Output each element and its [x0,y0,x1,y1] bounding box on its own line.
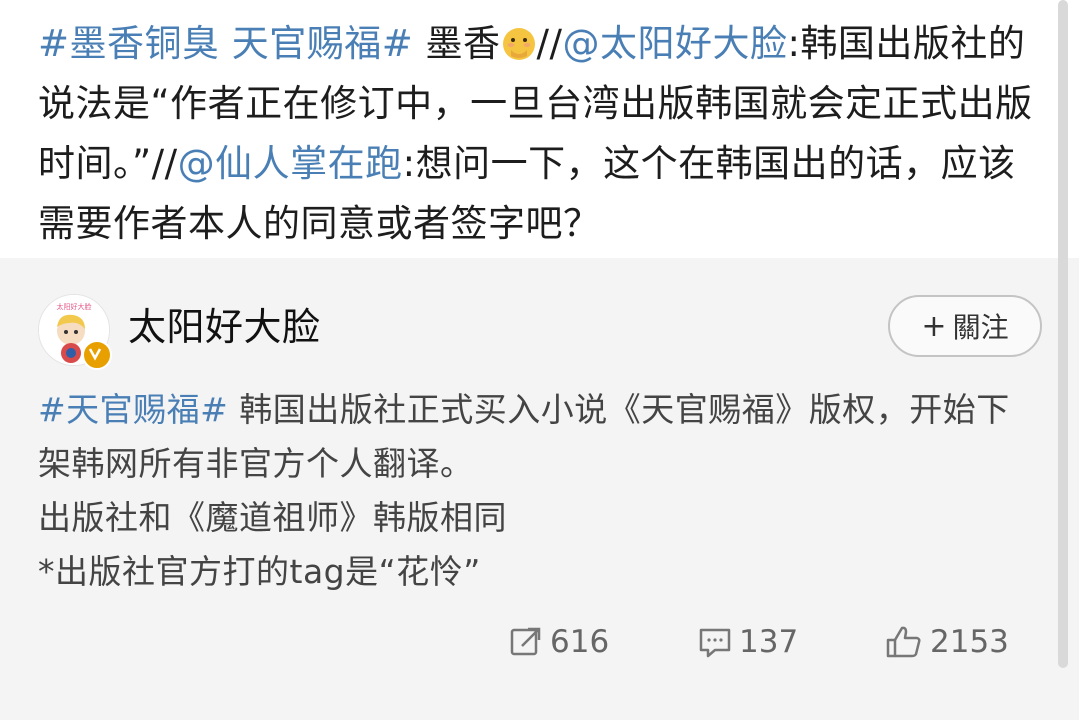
hashtag-link[interactable]: #天官赐福# [38,390,228,429]
share-icon [510,627,541,656]
like-count: 2153 [930,624,1009,660]
mention-link[interactable]: @仙人掌在跑 [178,142,403,185]
repost-line-1: #天官赐福# 韩国出版社正式买入小说《天官赐福》版权，开始下架韩网所有非官方个人… [38,383,1038,491]
mention-link[interactable]: @太阳好大脸 [562,22,787,65]
repost-count: 616 [550,624,610,660]
repost-line-3: *出版社官方打的tag是“花怜” [38,552,481,591]
comment-button[interactable]: 137 [697,615,798,669]
scrollbar[interactable] [1058,0,1068,668]
post-text: #墨香铜臭 天官赐福# 墨香 //@太阳好大脸:韩国出版社的说法是“作者正在修订… [38,14,1038,254]
post-body: #墨香铜臭 天官赐福# 墨香 //@太阳好大脸:韩国出版社的说法是“作者正在修订… [0,0,1079,258]
comment-icon [699,628,731,658]
repost-text: #天官赐福# 韩国出版社正式买入小说《天官赐福》版权，开始下架韩网所有非官方个人… [38,383,1038,599]
action-bar: 616 137 2153 [0,615,1079,669]
post-text-segment: // [536,22,563,65]
like-button[interactable]: 2153 [884,615,1009,669]
comment-count: 137 [739,624,799,660]
repost-button[interactable]: 616 [508,615,609,669]
post-text-segment: 墨香 [413,22,501,65]
verified-badge-icon [82,340,112,370]
plus-icon: + [921,308,947,344]
thumbs-up-icon [886,626,921,658]
follow-label: 關注 [952,311,1009,344]
repost-line-2: 出版社和《魔道祖师》韩版相同 [38,498,507,537]
follow-button[interactable]: + 關注 [888,295,1042,357]
repost-username[interactable]: 太阳好大脸 [128,302,321,352]
hashtag-link[interactable]: #墨香铜臭 天官赐福# [38,22,413,65]
flushed-hand-over-mouth-emoji-icon [502,28,535,60]
avatar-caption: 太阳好大脸 [57,302,92,311]
